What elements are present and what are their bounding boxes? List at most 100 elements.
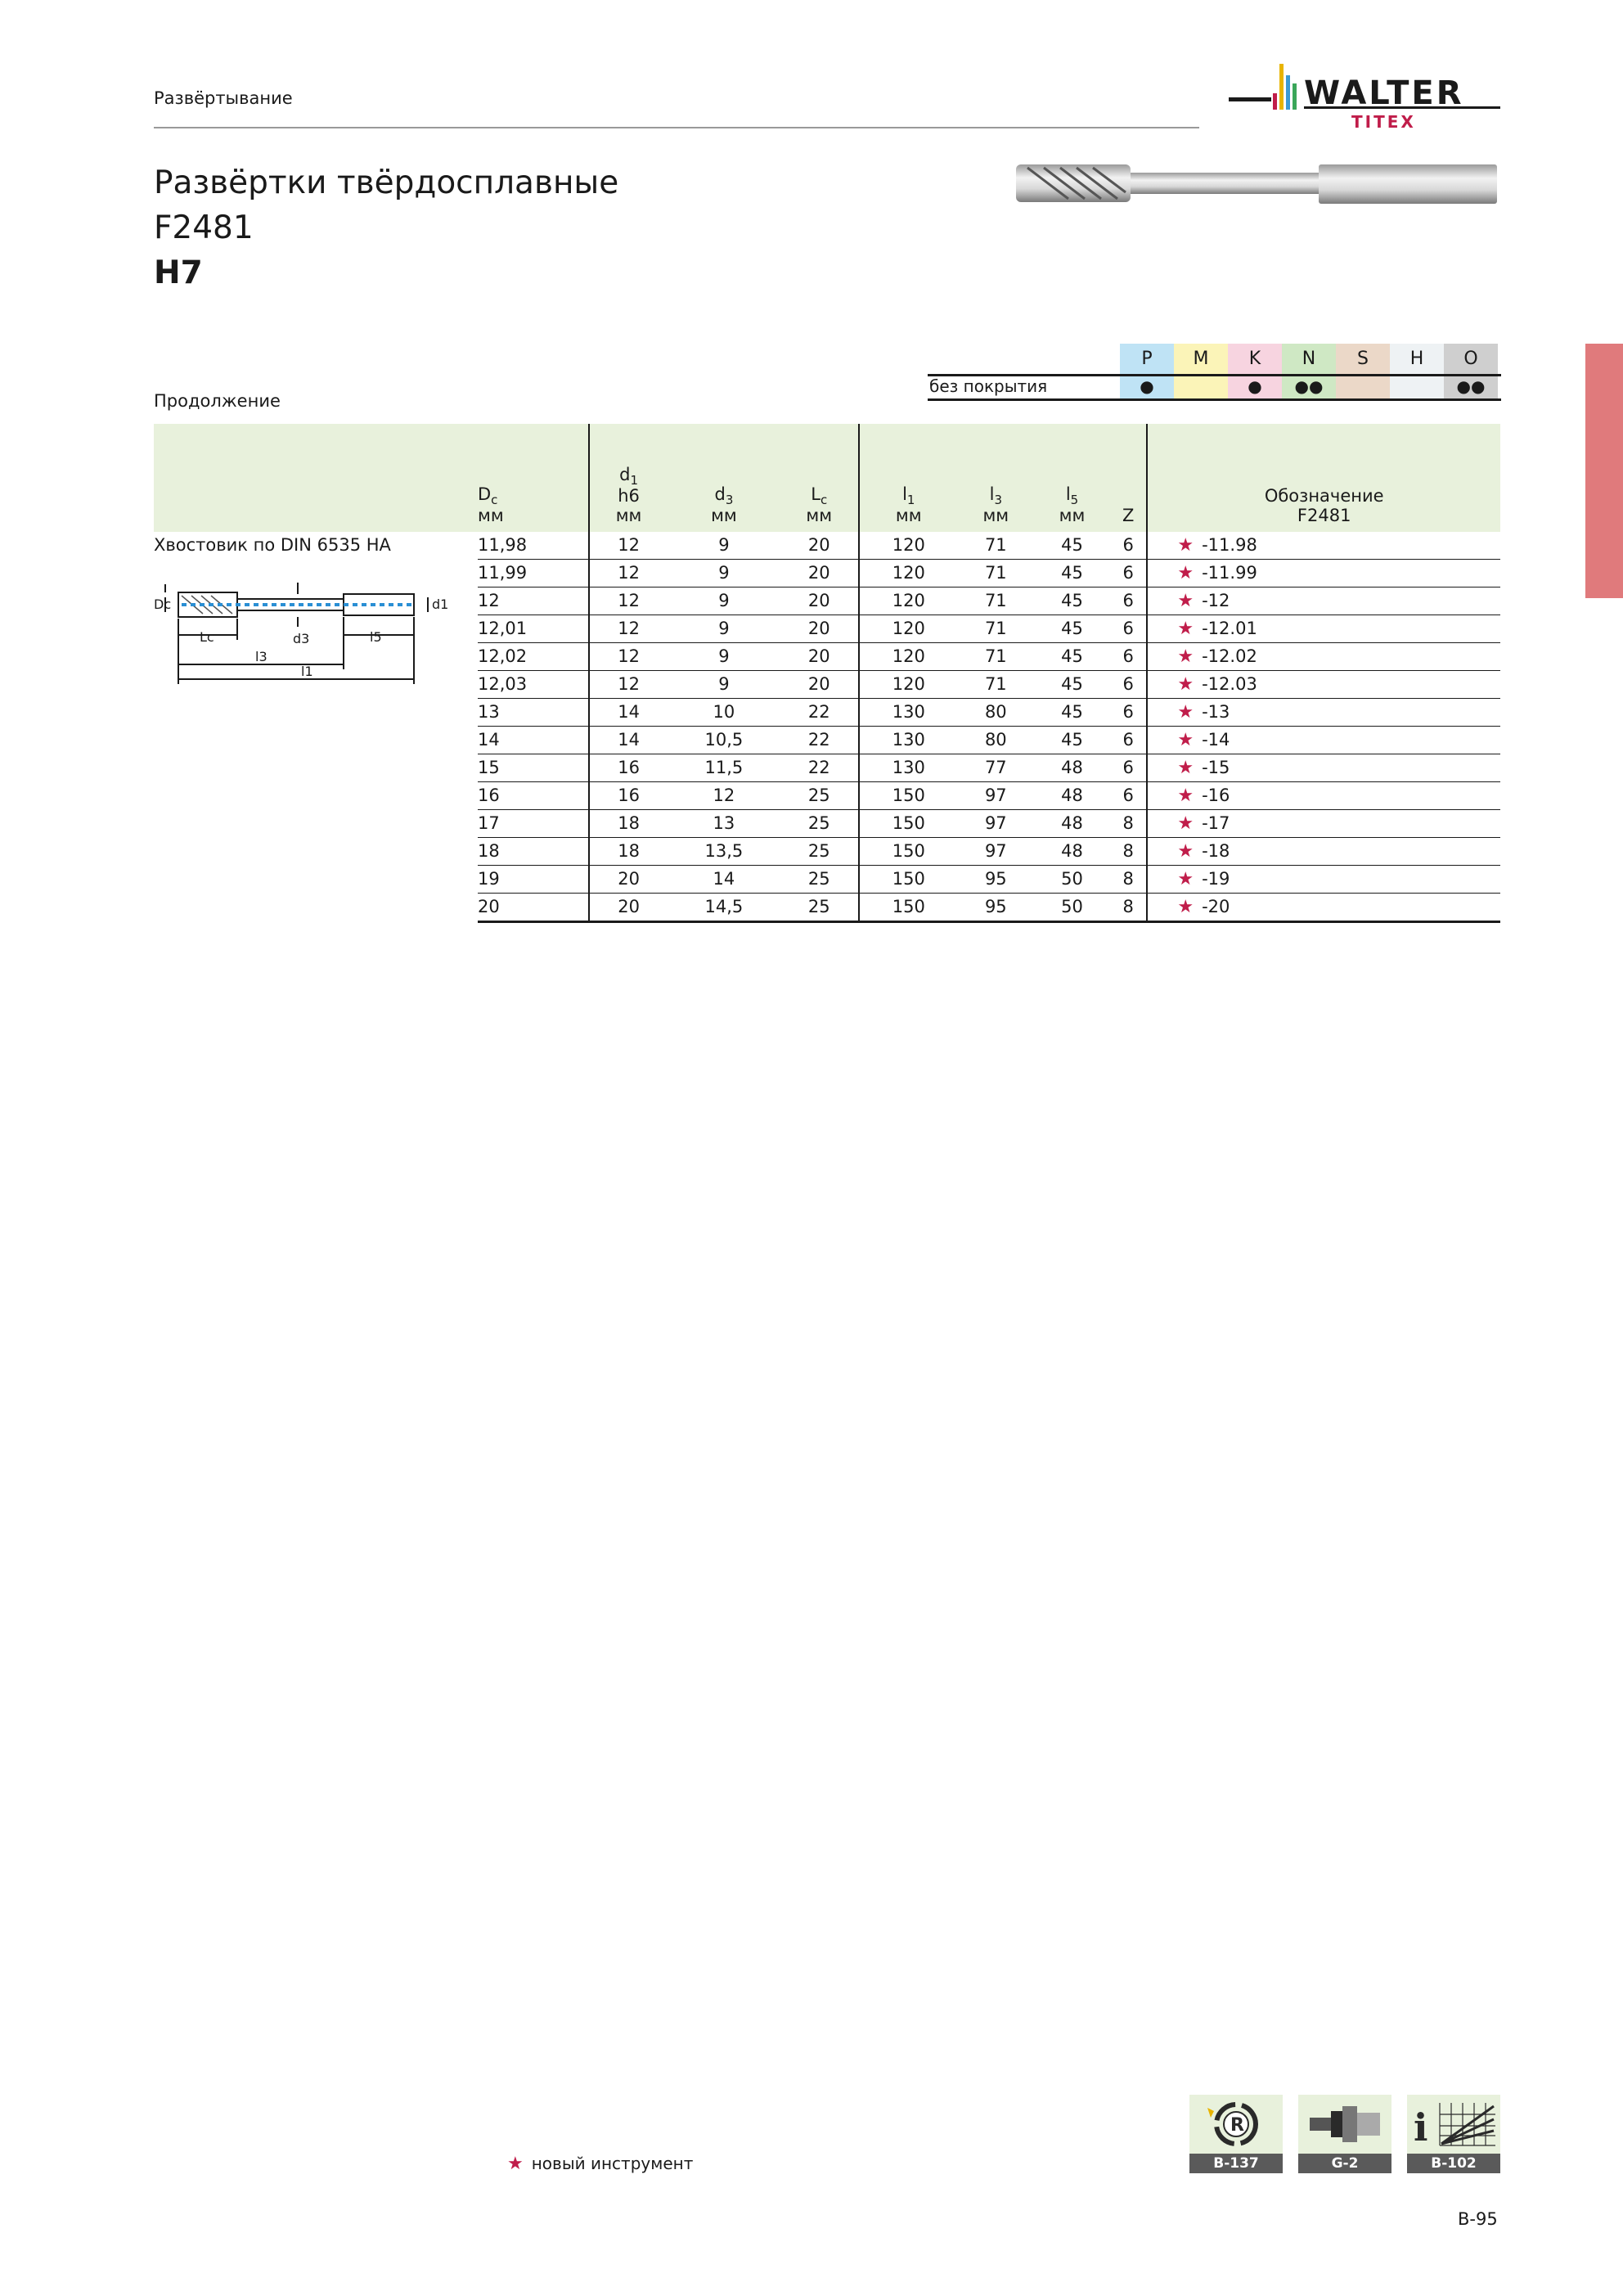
table-cell: 11,5 <box>668 754 780 782</box>
table-cell: 12 <box>589 559 668 588</box>
table-cell: 97 <box>957 781 1034 810</box>
new-tool-star-icon: ★ <box>1177 869 1194 889</box>
new-tool-star-icon: ★ <box>1177 619 1194 639</box>
table-cell: 48 <box>1033 809 1111 838</box>
material-mark-p: ● <box>1120 374 1174 398</box>
cell-designation: ★ -14 <box>1147 726 1500 754</box>
table-row: Хвостовик по DIN 6535 HA 11,98 12 9 20 120 71 4… <box>154 532 1500 560</box>
column-header-3: Lc мм <box>780 424 860 532</box>
label-l5: l5 <box>370 629 382 645</box>
cell-lc: 20 <box>780 587 860 615</box>
designation-code: -20 <box>1202 897 1230 916</box>
table-cell: 71 <box>957 642 1034 671</box>
material-group-h: H <box>1390 344 1444 374</box>
cell-z: 6 <box>1110 642 1149 671</box>
cell-designation: ★ -12 <box>1147 587 1500 615</box>
table-cell: 45 <box>1033 532 1111 560</box>
column-header-5: l3 мм <box>957 424 1034 532</box>
info-reference[interactable]: i B-102 <box>1407 2095 1500 2173</box>
legend: ★ новый инструмент <box>507 2154 693 2174</box>
material-groups: без покрытия P ● M K ● N ●● S H O ●● <box>928 344 1501 403</box>
regrind-reference[interactable]: R B-137 <box>1189 2095 1283 2173</box>
table-cell: 9 <box>668 559 780 588</box>
table-cell: 48 <box>1033 754 1111 782</box>
holder-label: G-2 <box>1298 2154 1391 2173</box>
new-tool-star-icon: ★ <box>1177 591 1194 611</box>
new-tool-star-icon: ★ <box>1177 563 1194 583</box>
table-cell: 9 <box>668 642 780 671</box>
cell-z: 6 <box>1110 781 1149 810</box>
col-symbol: D <box>478 484 492 504</box>
cell-dc: 11,99 <box>478 559 590 588</box>
cell-lc: 20 <box>780 559 860 588</box>
cell-dc: 12,02 <box>478 642 590 671</box>
material-group-n: N <box>1282 344 1336 374</box>
holder-icon <box>1298 2095 1391 2154</box>
table-cell: 48 <box>1033 837 1111 866</box>
holder-reference[interactable]: G-2 <box>1298 2095 1391 2173</box>
cell-lc: 25 <box>780 865 860 894</box>
cell-designation: ★ -11.98 <box>1147 532 1500 560</box>
title-tolerance: H7 <box>154 254 203 291</box>
table-cell: 50 <box>1033 893 1111 923</box>
cell-z: 6 <box>1110 587 1149 615</box>
col-symbol: l <box>1065 484 1071 504</box>
designation-code: -12.02 <box>1202 646 1257 666</box>
material-group-p: P <box>1120 344 1174 374</box>
regrind-icon: R <box>1189 2095 1283 2154</box>
table-cell: 16 <box>589 754 668 782</box>
cell-dc: 12,01 <box>478 615 590 643</box>
material-mark-s <box>1336 374 1390 398</box>
table-cell: 10 <box>668 698 780 727</box>
table-cell: 120 <box>858 670 958 699</box>
cell-lc: 22 <box>780 726 860 754</box>
table-cell: 150 <box>858 893 958 923</box>
cell-z: 6 <box>1110 559 1149 588</box>
col-unit: мм <box>711 506 737 525</box>
table-cell: 12 <box>589 615 668 643</box>
cell-dc: 14 <box>478 726 590 754</box>
cell-dc: 20 <box>478 893 590 923</box>
table-cell: 12 <box>589 532 668 560</box>
table-cell: 18 <box>589 837 668 866</box>
designation-code: -17 <box>1202 813 1230 833</box>
table-cell: 50 <box>1033 865 1111 894</box>
table-cell: 10,5 <box>668 726 780 754</box>
regrind-label: B-137 <box>1189 2154 1283 2173</box>
cell-lc: 20 <box>780 670 860 699</box>
title-line-1: Развёртки твёрдосплавные <box>154 164 619 201</box>
table-cell: 18 <box>589 809 668 838</box>
col-subscript: 3 <box>725 493 734 507</box>
page-title: Развёртки твёрдосплавные F2481 H7 <box>154 160 618 295</box>
cell-z: 8 <box>1110 865 1149 894</box>
table-cell: 20 <box>589 865 668 894</box>
cell-designation: ★ -12.02 <box>1147 642 1500 671</box>
cell-designation: ★ -16 <box>1147 781 1500 810</box>
column-header-0: Dc мм <box>478 424 590 532</box>
cell-lc: 20 <box>780 642 860 671</box>
table-cell: 45 <box>1033 559 1111 588</box>
table-cell: 45 <box>1033 587 1111 615</box>
col-tolerance: h6 <box>618 486 640 506</box>
table-cell: 130 <box>858 726 958 754</box>
table-cell: 120 <box>858 532 958 560</box>
continued-label: Продолжение <box>154 391 281 411</box>
brand-sub: TITEX <box>1351 112 1416 132</box>
col-symbol: Обозначение <box>1264 486 1384 506</box>
table-cell: 12 <box>589 670 668 699</box>
cell-designation: ★ -13 <box>1147 698 1500 727</box>
reamer-photo <box>1011 160 1502 214</box>
table-cell: 71 <box>957 670 1034 699</box>
new-tool-star-icon: ★ <box>1177 674 1194 695</box>
material-rule-bottom <box>928 398 1501 401</box>
cell-dc: 12 <box>478 587 590 615</box>
cell-z: 6 <box>1110 615 1149 643</box>
cell-lc: 25 <box>780 893 860 923</box>
new-tool-star-icon: ★ <box>1177 702 1194 723</box>
col-unit: мм <box>478 506 504 525</box>
table-cell: 45 <box>1033 615 1111 643</box>
new-tool-star-icon: ★ <box>1177 897 1194 917</box>
label-lc: Lc <box>200 629 214 645</box>
table-cell: 14,5 <box>668 893 780 923</box>
table-cell: 130 <box>858 754 958 782</box>
